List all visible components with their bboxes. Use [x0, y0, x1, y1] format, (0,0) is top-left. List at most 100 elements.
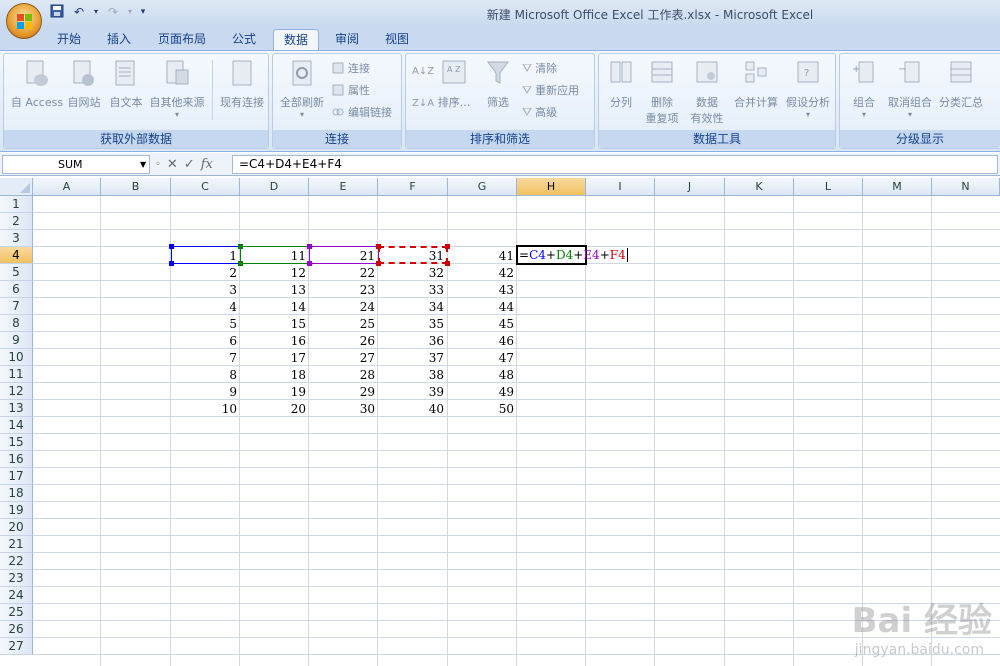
clear-button[interactable]: ⛛ 清除 [522, 60, 557, 76]
reference-handle[interactable] [169, 244, 174, 249]
row-header-26[interactable]: 26 [0, 621, 33, 638]
row-header-13[interactable]: 13 [0, 400, 33, 417]
reference-handle[interactable] [307, 261, 312, 266]
cell-e10[interactable]: 27 [309, 349, 378, 366]
enter-icon[interactable]: ✓ [184, 157, 195, 172]
column-header-g[interactable]: G [448, 178, 517, 196]
column-header-n[interactable]: N [932, 178, 1000, 196]
row-header-19[interactable]: 19 [0, 502, 33, 519]
ungroup-button[interactable]: − 取消组合 ▾ [884, 58, 936, 119]
cell-g5[interactable]: 42 [448, 264, 517, 281]
cell-g4[interactable]: 41 [448, 247, 517, 264]
cell-f9[interactable]: 36 [378, 332, 447, 349]
cell-d10[interactable]: 17 [240, 349, 309, 366]
subtotal-button[interactable]: 分类汇总 [936, 58, 986, 110]
advanced-button[interactable]: ⛛ 高级 [522, 104, 557, 120]
row-header-9[interactable]: 9 [0, 332, 33, 349]
reference-handle[interactable] [238, 244, 243, 249]
cell-f11[interactable]: 38 [378, 366, 447, 383]
cell-f5[interactable]: 32 [378, 264, 447, 281]
row-header-14[interactable]: 14 [0, 417, 33, 434]
row-header-2[interactable]: 2 [0, 213, 33, 230]
cell-f10[interactable]: 37 [378, 349, 447, 366]
cell-d13[interactable]: 20 [240, 400, 309, 417]
cell-d11[interactable]: 18 [240, 366, 309, 383]
name-box[interactable]: SUM [2, 155, 150, 174]
sort-za-button[interactable]: Z↓A [412, 98, 434, 109]
cell-f7[interactable]: 34 [378, 298, 447, 315]
reference-handle[interactable] [445, 244, 450, 249]
cell-e13[interactable]: 30 [309, 400, 378, 417]
existing-connections-button[interactable]: 现有连接 [216, 58, 268, 110]
row-header-25[interactable]: 25 [0, 604, 33, 621]
cell-d7[interactable]: 14 [240, 298, 309, 315]
row-header-16[interactable]: 16 [0, 451, 33, 468]
cell-g10[interactable]: 47 [448, 349, 517, 366]
row-header-24[interactable]: 24 [0, 587, 33, 604]
reference-handle[interactable] [307, 244, 312, 249]
tab-home[interactable]: 开始 [48, 29, 90, 50]
tab-review[interactable]: 审阅 [324, 29, 370, 50]
column-header-j[interactable]: J [655, 178, 725, 196]
cell-d12[interactable]: 19 [240, 383, 309, 400]
cell-d8[interactable]: 15 [240, 315, 309, 332]
cell-f6[interactable]: 33 [378, 281, 447, 298]
cell-f8[interactable]: 35 [378, 315, 447, 332]
row-header-15[interactable]: 15 [0, 434, 33, 451]
active-cell-h4-editor[interactable]: =C4+D4+E4+F4 [516, 245, 632, 265]
cell-d9[interactable]: 16 [240, 332, 309, 349]
cell-g12[interactable]: 49 [448, 383, 517, 400]
text-to-columns-button[interactable]: 分列 [601, 58, 641, 110]
row-header-1[interactable]: 1 [0, 196, 33, 213]
cell-g9[interactable]: 46 [448, 332, 517, 349]
tab-data[interactable]: 数据 [273, 29, 319, 50]
column-header-l[interactable]: L [794, 178, 863, 196]
row-header-23[interactable]: 23 [0, 570, 33, 587]
row-header-22[interactable]: 22 [0, 553, 33, 570]
row-header-20[interactable]: 20 [0, 519, 33, 536]
properties-button[interactable]: 属性 [331, 82, 370, 98]
cell-c10[interactable]: 7 [171, 349, 240, 366]
row-header-21[interactable]: 21 [0, 536, 33, 553]
refresh-all-button[interactable]: 全部刷新 ▾ [275, 58, 329, 119]
cell-g8[interactable]: 45 [448, 315, 517, 332]
row-header-17[interactable]: 17 [0, 468, 33, 485]
column-header-k[interactable]: K [725, 178, 794, 196]
row-header-4[interactable]: 4 [0, 247, 33, 264]
from-other-sources-button[interactable]: 自其他来源 ▾ [147, 58, 207, 119]
cell-e7[interactable]: 24 [309, 298, 378, 315]
consolidate-button[interactable]: 合并计算 [731, 58, 781, 110]
filter-button[interactable]: 筛选 [480, 58, 516, 110]
cell-e6[interactable]: 23 [309, 281, 378, 298]
cell-e9[interactable]: 26 [309, 332, 378, 349]
column-header-i[interactable]: I [586, 178, 655, 196]
reference-handle[interactable] [238, 261, 243, 266]
column-header-c[interactable]: C [171, 178, 240, 196]
what-if-analysis-button[interactable]: ? 假设分析 ▾ [781, 58, 835, 119]
sort-button[interactable]: A Z 排序... [436, 58, 472, 110]
cell-c7[interactable]: 4 [171, 298, 240, 315]
cell-f13[interactable]: 40 [378, 400, 447, 417]
cell-c9[interactable]: 6 [171, 332, 240, 349]
cell-g11[interactable]: 48 [448, 366, 517, 383]
column-header-e[interactable]: E [309, 178, 378, 196]
tab-insert[interactable]: 插入 [96, 29, 142, 50]
row-header-27[interactable]: 27 [0, 638, 33, 655]
insert-function-icon[interactable]: fx [201, 157, 213, 172]
cell-c8[interactable]: 5 [171, 315, 240, 332]
column-header-f[interactable]: F [378, 178, 448, 196]
cell-c12[interactable]: 9 [171, 383, 240, 400]
reapply-button[interactable]: ⛛ 重新应用 [522, 82, 579, 98]
cell-e11[interactable]: 28 [309, 366, 378, 383]
reference-handle[interactable] [169, 261, 174, 266]
cell-d5[interactable]: 12 [240, 264, 309, 281]
cancel-icon[interactable]: ✕ [167, 157, 178, 172]
reference-handle[interactable] [376, 244, 381, 249]
cell-c13[interactable]: 10 [171, 400, 240, 417]
formula-bar-scroll-icon[interactable]: ◦ [155, 159, 161, 170]
spreadsheet-grid[interactable]: ABCDEFGHIJKLMN 1 2 3 4 5 6 7 8 9 10 11 12 13 14 15 16 17… [0, 178, 1000, 666]
edit-links-button[interactable]: 编辑链接 [331, 104, 392, 120]
sort-az-button[interactable]: A↓Z [412, 66, 434, 77]
from-text-button[interactable]: 自文本 [106, 58, 146, 110]
column-header-a[interactable]: A [33, 178, 101, 196]
